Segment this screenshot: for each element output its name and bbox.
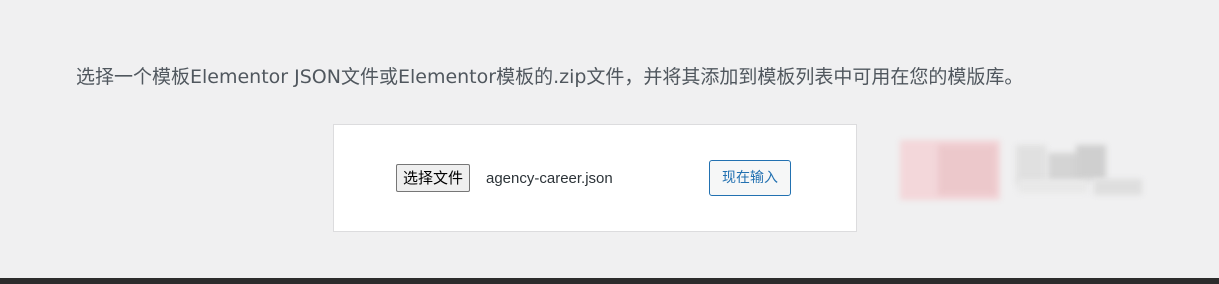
blurred-region <box>898 135 1148 215</box>
import-panel: 选择一个模板Elementor JSON文件或Elementor模板的.zip文… <box>0 0 1219 278</box>
import-instructions: 选择一个模板Elementor JSON文件或Elementor模板的.zip文… <box>76 66 1024 88</box>
import-now-button[interactable]: 现在输入 <box>709 160 791 196</box>
upload-form: 选择文件 agency-career.json 现在输入 <box>333 124 857 232</box>
choose-file-button[interactable]: 选择文件 <box>396 164 471 192</box>
selected-file-name: agency-career.json <box>486 170 613 187</box>
bottom-edge <box>0 278 1219 284</box>
